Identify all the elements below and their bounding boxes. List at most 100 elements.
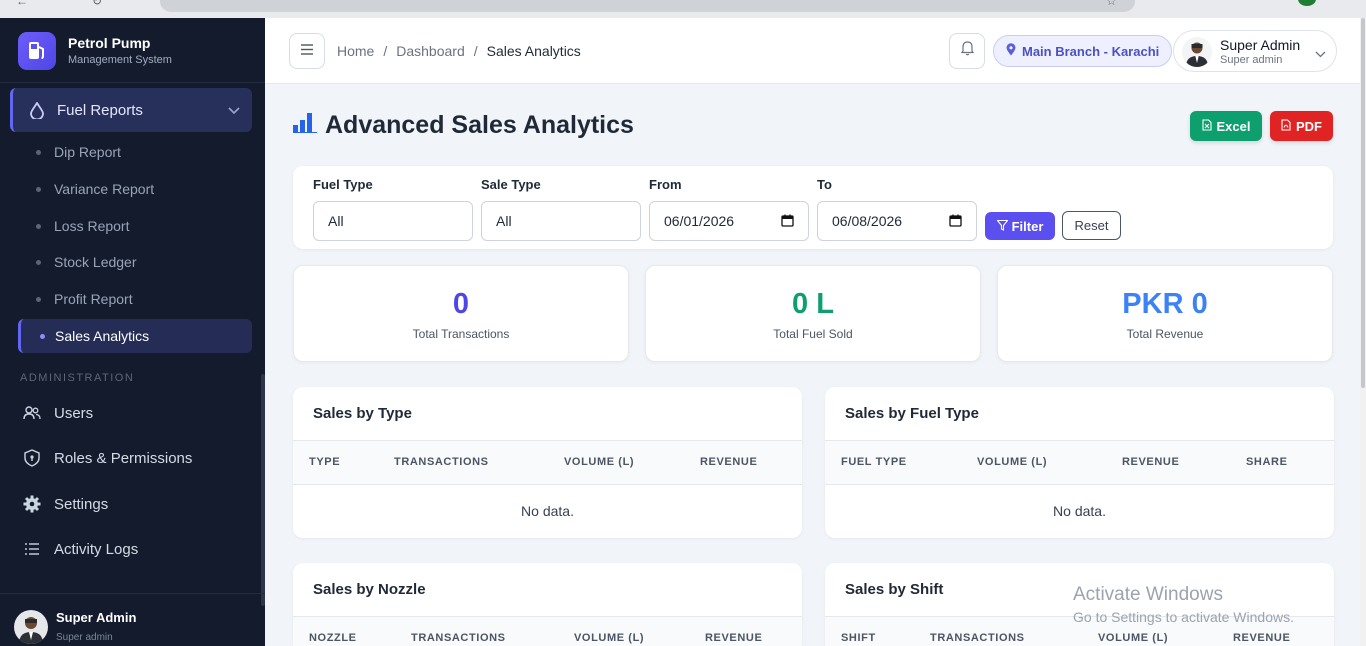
- sidebar-item-settings[interactable]: Settings: [22, 489, 252, 519]
- address-bar[interactable]: [160, 0, 1135, 12]
- sidebar-item-activity-logs[interactable]: Activity Logs: [22, 534, 252, 564]
- column-header[interactable]: TRANSACTIONS: [394, 456, 489, 468]
- calendar-icon[interactable]: [781, 214, 794, 230]
- column-header[interactable]: VOLUME (L): [977, 456, 1047, 468]
- breadcrumb-separator: /: [473, 43, 478, 59]
- empty-state: No data.: [1053, 503, 1106, 519]
- droplet-icon: [27, 101, 47, 119]
- stat-label: Total Fuel Sold: [773, 327, 853, 341]
- sidebar: Petrol Pump Management System Fuel Repor…: [0, 18, 265, 646]
- breadcrumb-current: Sales Analytics: [486, 43, 581, 59]
- column-header[interactable]: REVENUE: [700, 456, 757, 468]
- from-date-label: From: [649, 177, 682, 192]
- sidebar-user[interactable]: Super Admin Super admin: [0, 593, 265, 646]
- windows-activation-watermark: Activate Windows Go to Settings to activ…: [1073, 584, 1294, 625]
- sidebar-item-variance-report[interactable]: Variance Report: [30, 181, 154, 197]
- table-title: Sales by Fuel Type: [825, 387, 1334, 441]
- branch-selector[interactable]: Main Branch - Karachi: [993, 35, 1173, 67]
- avatar: [1182, 37, 1212, 67]
- stat-value: PKR 0: [1122, 288, 1208, 320]
- column-header[interactable]: REVENUE: [1233, 632, 1290, 644]
- browser-toolbar: ← ↻ ☆: [0, 0, 1366, 18]
- sidebar-item-stock-ledger[interactable]: Stock Ledger: [30, 254, 137, 270]
- table-title: Sales by Nozzle: [293, 563, 802, 617]
- stat-card-revenue: PKR 0 Total Revenue: [997, 265, 1333, 362]
- gear-icon: [22, 495, 42, 513]
- to-date-input[interactable]: 06/08/2026: [817, 201, 977, 241]
- column-header[interactable]: REVENUE: [705, 632, 762, 644]
- avatar: [14, 610, 48, 644]
- breadcrumb-separator: /: [383, 43, 388, 59]
- column-header[interactable]: TRANSACTIONS: [411, 632, 506, 644]
- fuel-type-select[interactable]: All: [313, 201, 473, 241]
- column-header[interactable]: VOLUME (L): [564, 456, 634, 468]
- section-label-administration: ADMINISTRATION: [20, 372, 135, 384]
- column-header[interactable]: TYPE: [309, 456, 340, 468]
- stat-value: 0 L: [792, 288, 834, 320]
- filter-button[interactable]: Filter: [985, 212, 1055, 240]
- column-header[interactable]: NOZZLE: [309, 632, 357, 644]
- sidebar-item-users[interactable]: Users: [22, 398, 252, 428]
- profile-icon[interactable]: [1298, 0, 1316, 6]
- page-scrollbar[interactable]: [1360, 18, 1366, 646]
- column-header[interactable]: SHIFT: [841, 632, 876, 644]
- sidebar-item-loss-report[interactable]: Loss Report: [30, 218, 129, 234]
- shield-icon: [22, 449, 42, 467]
- column-header[interactable]: TRANSACTIONS: [930, 632, 1025, 644]
- from-date-input[interactable]: 06/01/2026: [649, 201, 809, 241]
- file-pdf-icon: [1281, 118, 1291, 134]
- sidebar-item-dip-report[interactable]: Dip Report: [30, 144, 121, 160]
- stat-value: 0: [452, 288, 470, 320]
- sidebar-item-roles-permissions[interactable]: Roles & Permissions: [22, 443, 252, 473]
- empty-state: No data.: [521, 503, 574, 519]
- sidebar-item-sales-analytics[interactable]: Sales Analytics: [18, 319, 252, 353]
- topbar: Home / Dashboard / Sales Analytics Main …: [265, 18, 1366, 84]
- stat-card-fuel-sold: 0 L Total Fuel Sold: [645, 265, 981, 362]
- stat-label: Total Revenue: [1126, 327, 1204, 341]
- calendar-icon[interactable]: [949, 214, 962, 230]
- breadcrumb-home[interactable]: Home: [337, 43, 374, 59]
- breadcrumb-dashboard[interactable]: Dashboard: [396, 43, 465, 59]
- bell-icon: [960, 41, 974, 61]
- user-role: Super admin: [1220, 54, 1283, 66]
- stat-label: Total Transactions: [412, 327, 510, 341]
- scrollbar-thumb[interactable]: [1361, 18, 1365, 388]
- column-header[interactable]: VOLUME (L): [1098, 632, 1168, 644]
- column-header[interactable]: FUEL TYPE: [841, 456, 907, 468]
- page-title: Advanced Sales Analytics: [325, 111, 634, 139]
- table-header: NOZZLE TRANSACTIONS VOLUME (L) REVENUE: [293, 617, 802, 646]
- reload-icon[interactable]: ↻: [92, 0, 102, 8]
- sidebar-item-profit-report[interactable]: Profit Report: [30, 291, 133, 307]
- column-header[interactable]: SHARE: [1246, 456, 1288, 468]
- funnel-icon: [995, 219, 1009, 234]
- back-icon[interactable]: ←: [16, 0, 28, 8]
- star-icon[interactable]: ☆: [1106, 0, 1117, 8]
- user-menu[interactable]: Super Admin Super admin: [1173, 30, 1337, 72]
- sale-type-label: Sale Type: [481, 177, 541, 192]
- bar-chart-icon: [293, 113, 317, 138]
- breadcrumb: Home / Dashboard / Sales Analytics: [337, 43, 581, 59]
- notifications-button[interactable]: [949, 33, 985, 69]
- sale-type-select[interactable]: All: [481, 201, 641, 241]
- sidebar-user-name: Super Admin: [56, 610, 137, 625]
- filter-panel: Fuel Type All Sale Type All From 06/01/2…: [293, 166, 1333, 249]
- fuel-pump-icon: [18, 32, 56, 70]
- brand: Petrol Pump Management System: [0, 18, 265, 83]
- column-header[interactable]: REVENUE: [1122, 456, 1179, 468]
- users-icon: [22, 406, 42, 420]
- chevron-down-icon: [228, 102, 240, 120]
- table-header: TYPE TRANSACTIONS VOLUME (L) REVENUE: [293, 441, 802, 485]
- brand-subtitle: Management System: [68, 54, 172, 66]
- export-excel-button[interactable]: Excel: [1190, 111, 1262, 141]
- to-date-label: To: [817, 177, 832, 192]
- watermark-subtitle: Go to Settings to activate Windows.: [1073, 609, 1294, 625]
- map-pin-icon: [1006, 43, 1016, 59]
- export-pdf-button[interactable]: PDF: [1270, 111, 1333, 141]
- table-header: FUEL TYPE VOLUME (L) REVENUE SHARE: [825, 441, 1334, 485]
- sidebar-item-fuel-reports[interactable]: Fuel Reports: [10, 88, 252, 132]
- menu-toggle-button[interactable]: [289, 33, 325, 69]
- reset-button[interactable]: Reset: [1062, 211, 1121, 240]
- column-header[interactable]: VOLUME (L): [574, 632, 644, 644]
- sales-by-type-table: Sales by Type TYPE TRANSACTIONS VOLUME (…: [293, 387, 802, 538]
- sidebar-scrollbar[interactable]: [261, 374, 265, 606]
